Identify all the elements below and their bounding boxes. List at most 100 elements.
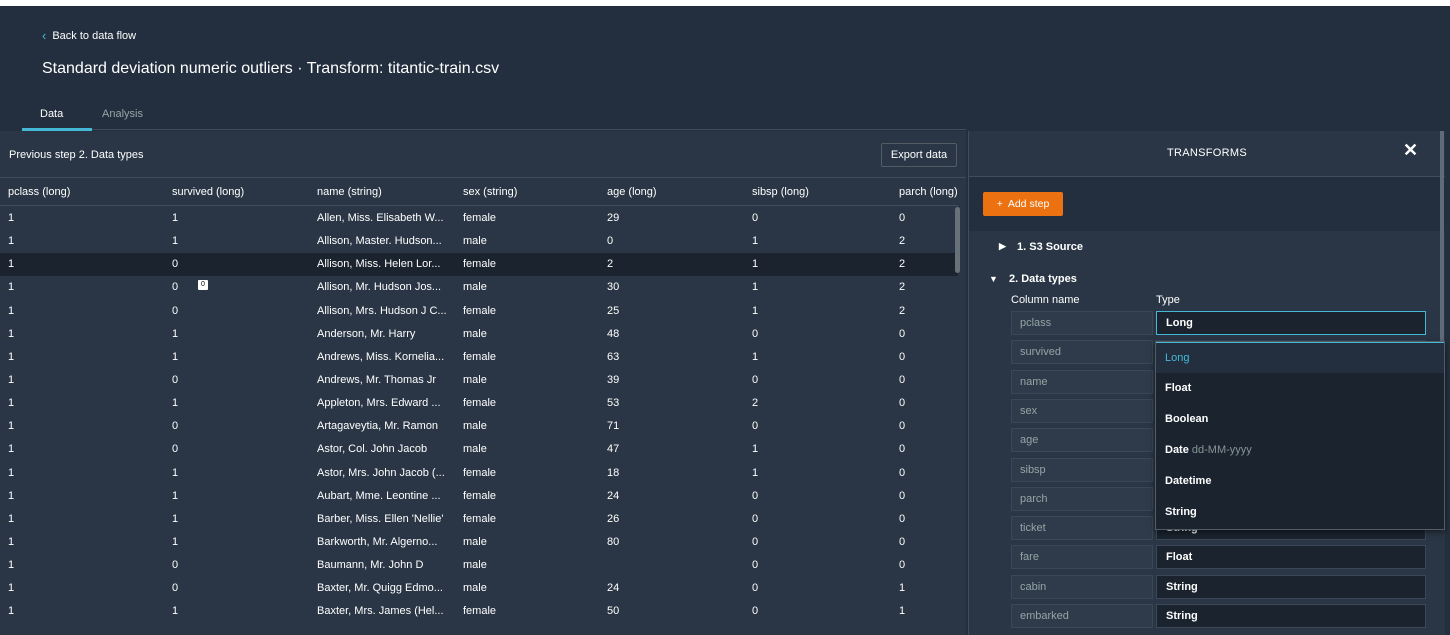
table-cell[interactable]: Baumann, Mr. John D	[317, 559, 457, 571]
table-row[interactable]: 1 1 Andrews, Miss. Kornelia... female 63 1 0	[0, 346, 958, 369]
type-select[interactable]: String	[1156, 604, 1426, 628]
table-row[interactable]: 1 1 Barkworth, Mr. Algerno... male 80 0 0	[0, 531, 958, 554]
table-cell[interactable]: 1	[752, 235, 892, 247]
table-cell[interactable]: female	[463, 467, 603, 479]
table-cell[interactable]: 2	[607, 258, 747, 270]
table-cell[interactable]: 1	[899, 582, 955, 594]
table-cell[interactable]: female	[463, 513, 603, 525]
table-cell[interactable]: 2	[899, 258, 955, 270]
table-cell[interactable]: male	[463, 328, 603, 340]
table-cell[interactable]: 0	[899, 559, 955, 571]
table-cell[interactable]: 50	[607, 605, 747, 617]
table-row[interactable]: 1 1 Astor, Mrs. John Jacob (... female 18 1 0	[0, 462, 958, 485]
table-row[interactable]: 1 0 Allison, Mrs. Hudson J C... female 25 1 2	[0, 300, 958, 323]
table-cell[interactable]: Astor, Mrs. John Jacob (...	[317, 467, 457, 479]
table-cell[interactable]: 1	[8, 281, 148, 293]
table-cell[interactable]: 71	[607, 420, 747, 432]
table-cell[interactable]: 1	[8, 467, 148, 479]
column-header[interactable]: sex (string)	[463, 186, 603, 198]
table-cell[interactable]: 2	[752, 397, 892, 409]
type-select[interactable]: Long	[1156, 311, 1426, 335]
table-cell[interactable]: 0	[899, 374, 955, 386]
table-cell[interactable]: 0	[752, 374, 892, 386]
table-cell[interactable]: female	[463, 212, 603, 224]
table-cell[interactable]: 1	[752, 305, 892, 317]
table-cell[interactable]: 0	[899, 420, 955, 432]
table-cell[interactable]: 1	[172, 467, 312, 479]
table-cell[interactable]: male	[463, 374, 603, 386]
table-cell[interactable]: female	[463, 490, 603, 502]
table-cell[interactable]: 0	[899, 536, 955, 548]
table-row[interactable]: 1 0 Allison, Miss. Helen Lor... female 2 1 2	[0, 253, 958, 277]
table-cell[interactable]: 0	[172, 420, 312, 432]
table-cell[interactable]: 1	[172, 212, 312, 224]
table-cell[interactable]: male	[463, 420, 603, 432]
table-cell[interactable]: 2	[899, 235, 955, 247]
table-cell[interactable]: Allison, Miss. Helen Lor...	[317, 258, 457, 270]
table-cell[interactable]: 1	[752, 351, 892, 363]
table-cell[interactable]: female	[463, 351, 603, 363]
back-to-data-flow-link[interactable]: ‹ Back to data flow	[42, 29, 136, 42]
dropdown-option-long[interactable]: Long	[1156, 342, 1444, 373]
step-s3-source[interactable]: ▶ 1. S3 Source	[969, 231, 1445, 263]
table-cell[interactable]: 1	[8, 258, 148, 270]
table-cell[interactable]: male	[463, 582, 603, 594]
table-cell[interactable]: male	[463, 443, 603, 455]
tab-data[interactable]: Data	[40, 108, 63, 120]
column-header[interactable]: parch (long)	[899, 186, 957, 198]
table-cell[interactable]: 1	[8, 513, 148, 525]
table-cell[interactable]: 1	[8, 605, 148, 617]
table-cell[interactable]: 24	[607, 582, 747, 594]
column-header[interactable]: age (long)	[607, 186, 747, 198]
dropdown-option-date[interactable]: Date dd-MM-yyyy	[1156, 435, 1444, 466]
table-row[interactable]: 1 0 Baumann, Mr. John Dmale 0 0	[0, 554, 958, 577]
dropdown-option-boolean[interactable]: Boolean	[1156, 404, 1444, 435]
table-cell[interactable]: 1	[8, 351, 148, 363]
table-cell[interactable]: 1	[8, 305, 148, 317]
table-cell[interactable]: 0	[172, 374, 312, 386]
table-cell[interactable]: Allison, Mrs. Hudson J C...	[317, 305, 457, 317]
tab-analysis[interactable]: Analysis	[102, 108, 143, 120]
table-row[interactable]: 1 0 Baxter, Mr. Quigg Edmo... male 24 0 1	[0, 577, 958, 600]
table-cell[interactable]: 2	[899, 305, 955, 317]
table-cell[interactable]: 1	[8, 212, 148, 224]
table-cell[interactable]: Andrews, Mr. Thomas Jr	[317, 374, 457, 386]
table-cell[interactable]: 25	[607, 305, 747, 317]
table-row[interactable]: 1 1 Barber, Miss. Ellen 'Nellie' female 26 0 0	[0, 508, 958, 531]
table-row[interactable]: 1 1 Allison, Master. Hudson... male 0 1 2	[0, 230, 958, 253]
close-icon[interactable]: ✕	[1403, 140, 1418, 161]
column-header[interactable]: sibsp (long)	[752, 186, 892, 198]
table-cell[interactable]: 0	[752, 582, 892, 594]
table-cell[interactable]: female	[463, 397, 603, 409]
table-cell[interactable]: 0	[607, 235, 747, 247]
table-cell[interactable]: 1	[8, 559, 148, 571]
table-cell[interactable]: Appleton, Mrs. Edward ...	[317, 397, 457, 409]
table-cell[interactable]: 0	[752, 605, 892, 617]
dropdown-option-string[interactable]: String	[1156, 497, 1444, 528]
table-cell[interactable]: 80	[607, 536, 747, 548]
table-cell[interactable]: male	[463, 281, 603, 293]
table-cell[interactable]: 26	[607, 513, 747, 525]
table-cell[interactable]: 1	[752, 443, 892, 455]
table-cell[interactable]: 63	[607, 351, 747, 363]
table-cell[interactable]: 1	[8, 328, 148, 340]
table-cell[interactable]: 30	[607, 281, 747, 293]
table-cell[interactable]: 0	[172, 281, 312, 293]
table-cell[interactable]: 1	[8, 490, 148, 502]
add-step-button[interactable]: + Add step	[983, 192, 1063, 216]
table-cell[interactable]: 48	[607, 328, 747, 340]
table-cell[interactable]: female	[463, 305, 603, 317]
type-select[interactable]: Float	[1156, 545, 1426, 570]
dropdown-option-float[interactable]: Float	[1156, 373, 1444, 404]
table-cell[interactable]: 0	[752, 328, 892, 340]
table-cell[interactable]: Baxter, Mrs. James (Hel...	[317, 605, 457, 617]
table-cell[interactable]: Baxter, Mr. Quigg Edmo...	[317, 582, 457, 594]
table-row[interactable]: 1 1 Anderson, Mr. Harry male 48 0 0	[0, 323, 958, 346]
table-row[interactable]: 1 1 Baxter, Mrs. James (Hel... female 50 0 1	[0, 600, 958, 623]
table-cell[interactable]: 1	[8, 420, 148, 432]
table-cell[interactable]: 0	[899, 212, 955, 224]
table-cell[interactable]: 47	[607, 443, 747, 455]
type-select[interactable]: String	[1156, 574, 1426, 599]
column-header[interactable]: survived (long)	[172, 186, 312, 198]
table-cell[interactable]: Astor, Col. John Jacob	[317, 443, 457, 455]
